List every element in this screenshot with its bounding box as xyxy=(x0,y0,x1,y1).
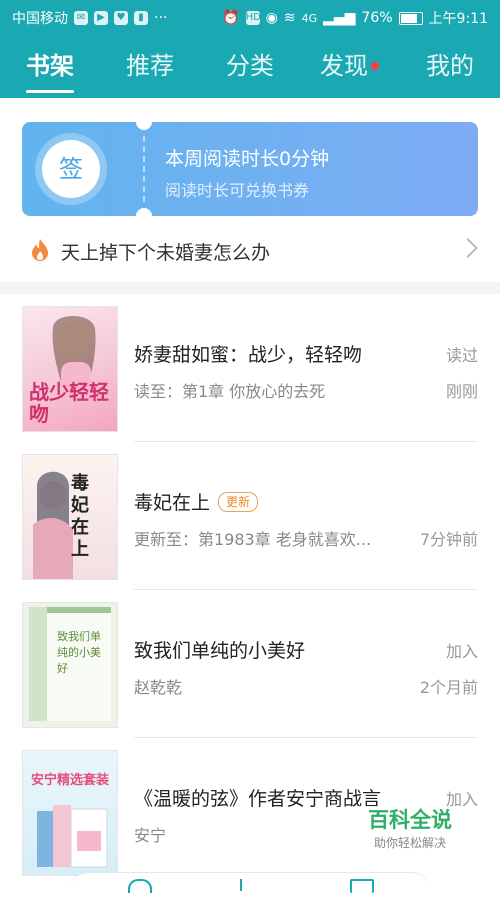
book-cover: 战少轻轻吻 xyxy=(22,306,118,432)
ticket-notch-top xyxy=(136,122,152,130)
reader-icon: ▮ xyxy=(134,11,148,25)
clock: 上午9:11 xyxy=(428,11,488,27)
cover-title: 安宁精选套装 xyxy=(30,773,109,788)
ticket-notch-bottom xyxy=(136,208,152,216)
cover-title: 战少轻轻吻 xyxy=(29,380,109,426)
tab-recommend[interactable]: 推荐 xyxy=(126,46,174,86)
book-status: 加入 xyxy=(445,642,478,661)
book-row[interactable]: 致我们单纯的小美好 致我们单纯的小美好 赵乾乾 加入 2个月前 xyxy=(0,590,500,738)
hd-icon: HD xyxy=(245,11,261,25)
watermark: 百科全说 助你轻松解决 xyxy=(355,806,465,858)
book-time: 7分钟前 xyxy=(419,530,478,549)
book-cover: 致我们单纯的小美好 xyxy=(22,602,118,728)
tab-discover[interactable]: 发现 xyxy=(320,46,368,86)
book-cover: 毒妃在上 xyxy=(22,454,118,580)
app-icon: ▶ xyxy=(94,11,108,25)
tab-bookshelf[interactable]: 书架 xyxy=(26,46,74,86)
carrier-label: 中国移动 xyxy=(12,11,68,27)
alarm-icon: ⏰ xyxy=(222,10,240,26)
sign-in-card[interactable]: 签 本周阅读时长0分钟 阅读时长可兑换书券 xyxy=(22,122,478,216)
promo-banner[interactable]: 天上掉下个未婚妻怎么办 xyxy=(0,228,500,272)
top-tabs: 书架 推荐 分类 发现 我的 xyxy=(0,46,500,93)
search-icon[interactable] xyxy=(128,879,152,893)
book-author: 安宁 xyxy=(134,826,167,845)
book-cover: 安宁精选套装 xyxy=(22,750,118,876)
health-icon: ♥ xyxy=(114,11,128,25)
book-title: 娇妻甜如蜜：战少，轻轻吻 xyxy=(134,344,363,366)
book-progress: 读至：第1章 你放心的去死 xyxy=(134,382,326,401)
promo-text: 天上掉下个未婚妻怎么办 xyxy=(61,242,271,264)
section-divider xyxy=(0,282,500,294)
signal-label: 4G xyxy=(301,11,318,25)
grid-icon[interactable] xyxy=(350,879,374,893)
signal-bars-icon: ▂▄▆ xyxy=(323,10,356,26)
tab-categories[interactable]: 分类 xyxy=(226,46,274,86)
eye-icon: ◉ xyxy=(265,10,278,26)
more-notifications-icon: ··· xyxy=(154,10,168,26)
book-progress: 更新至：第1983章 老身就喜欢... xyxy=(134,530,372,549)
active-tab-indicator xyxy=(26,90,74,93)
tab-mine[interactable]: 我的 xyxy=(426,46,474,86)
update-badge: 更新 xyxy=(218,492,259,512)
reading-time-subtitle: 阅读时长可兑换书券 xyxy=(165,181,310,200)
app-header: 中国移动 ✉ ▶ ♥ ▮ ··· ⏰ HD ◉ ≋ 4G ▂▄▆ 76% 上午9… xyxy=(0,0,500,98)
wechat-icon: ✉ xyxy=(74,11,88,25)
wifi-icon: ≋ xyxy=(283,10,296,26)
book-status: 读过 xyxy=(445,346,478,365)
watermark-title: 百科全说 xyxy=(368,808,452,832)
status-bar: 中国移动 ✉ ▶ ♥ ▮ ··· ⏰ HD ◉ ≋ 4G ▂▄▆ 76% 上午9… xyxy=(0,0,500,34)
book-author: 赵乾乾 xyxy=(134,678,183,697)
book-row[interactable]: 战少轻轻吻 娇妻甜如蜜：战少，轻轻吻 读至：第1章 你放心的去死 读过 刚刚 xyxy=(0,294,500,442)
ticket-divider xyxy=(143,136,145,202)
book-time: 2个月前 xyxy=(419,678,478,697)
book-row[interactable]: 毒妃在上 毒妃在上 更新 更新至：第1983章 老身就喜欢... 7分钟前 xyxy=(0,442,500,590)
add-icon[interactable] xyxy=(240,879,242,891)
fire-icon xyxy=(32,239,48,261)
battery-icon xyxy=(398,11,423,25)
book-title-text: 毒妃在上 xyxy=(134,492,211,514)
book-title: 毒妃在上 更新 xyxy=(134,488,259,515)
book-title: 致我们单纯的小美好 xyxy=(134,640,306,662)
book-time: 刚刚 xyxy=(445,382,478,401)
sign-in-button[interactable]: 签 xyxy=(42,140,100,198)
battery-percent: 76% xyxy=(361,10,393,26)
book-title: 《温暖的弦》作者安宁商战言 xyxy=(134,788,382,810)
notification-dot xyxy=(371,62,379,70)
cover-title: 毒妃在上 xyxy=(71,473,89,560)
reading-time-title: 本周阅读时长0分钟 xyxy=(165,148,330,170)
cover-title: 致我们单纯的小美好 xyxy=(57,630,101,675)
chevron-right-icon xyxy=(458,238,478,258)
watermark-subtitle: 助你轻松解决 xyxy=(373,836,446,850)
